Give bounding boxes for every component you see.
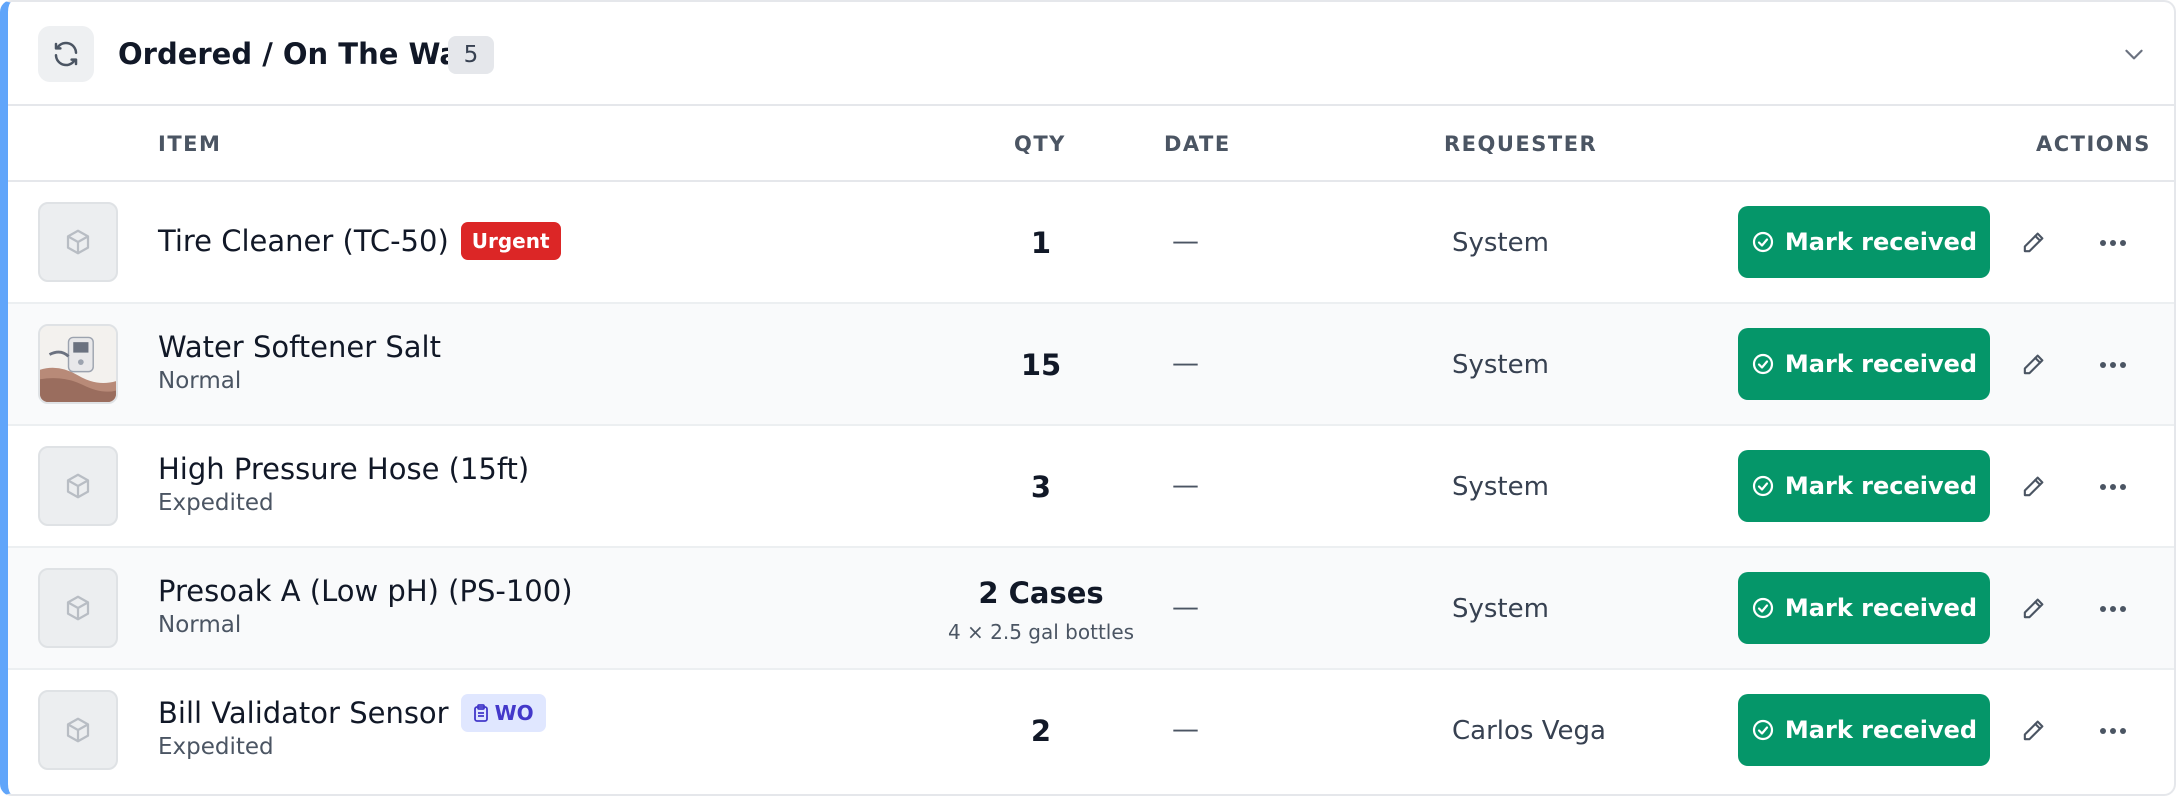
pencil-icon[interactable]	[2014, 468, 2052, 506]
chevron-down-icon[interactable]	[2116, 36, 2152, 72]
check-circle-icon	[1752, 475, 1774, 497]
item-name-line: Tire Cleaner (TC-50) Urgent	[158, 222, 561, 260]
section-header[interactable]: Ordered / On The Way 5	[8, 2, 2174, 106]
item-name-line: Bill Validator Sensor WO	[158, 694, 546, 732]
check-circle-icon	[1752, 719, 1774, 741]
box-icon	[38, 446, 118, 526]
mark-received-button[interactable]: Mark received	[1738, 694, 1990, 766]
box-icon	[38, 568, 118, 648]
item-requester: System	[1452, 350, 1549, 380]
column-header-qty[interactable]: QTY	[1014, 132, 1066, 156]
item-date: —	[1172, 714, 1199, 745]
item-qty: 2 Cases	[978, 576, 1104, 610]
item-qty: 2	[1030, 714, 1052, 748]
product-photo	[38, 324, 118, 404]
item-priority: Normal	[158, 368, 242, 394]
refresh-icon[interactable]	[38, 26, 94, 82]
item-date: —	[1172, 226, 1199, 257]
work-order-badge: WO	[460, 694, 546, 732]
mark-received-label: Mark received	[1784, 228, 1978, 256]
column-header-requester[interactable]: REQUESTER	[1444, 132, 1597, 156]
mark-received-label: Mark received	[1784, 594, 1978, 622]
item-requester: System	[1452, 594, 1549, 624]
mark-received-button[interactable]: Mark received	[1738, 206, 1990, 278]
item-name[interactable]: Presoak A (Low pH) (PS-100)	[158, 574, 573, 608]
mark-received-button[interactable]: Mark received	[1738, 328, 1990, 400]
box-icon	[38, 690, 118, 770]
item-name-line: High Pressure Hose (15ft)	[158, 452, 529, 486]
item-name[interactable]: Tire Cleaner (TC-50)	[158, 224, 449, 258]
table-row[interactable]: Presoak A (Low pH) (PS-100) Normal 2 Cas…	[8, 548, 2174, 670]
column-header-date[interactable]: DATE	[1164, 132, 1231, 156]
mark-received-label: Mark received	[1784, 472, 1978, 500]
more-options-icon[interactable]	[2094, 346, 2132, 384]
check-circle-icon	[1752, 353, 1774, 375]
item-qty: 15	[1020, 348, 1062, 382]
item-qty-detail: 4 × 2.5 gal bottles	[947, 620, 1135, 644]
pencil-icon[interactable]	[2014, 590, 2052, 628]
item-name[interactable]: Water Softener Salt	[158, 330, 441, 364]
item-name-line: Presoak A (Low pH) (PS-100)	[158, 574, 573, 608]
work-order-label: WO	[494, 701, 534, 725]
item-date: —	[1172, 470, 1199, 501]
pencil-icon[interactable]	[2014, 346, 2052, 384]
item-date: —	[1172, 592, 1199, 623]
table-row[interactable]: Bill Validator Sensor WO Expedited 2 — C…	[8, 670, 2174, 792]
column-header-item[interactable]: ITEM	[158, 132, 221, 156]
item-qty: 1	[1030, 226, 1052, 260]
ordered-section-panel: Ordered / On The Way 5 ITEM QTY DATE REQ…	[0, 0, 2176, 796]
item-requester: System	[1452, 228, 1549, 258]
item-name-line: Water Softener Salt	[158, 330, 441, 364]
item-requester: Carlos Vega	[1452, 716, 1606, 746]
item-name[interactable]: High Pressure Hose (15ft)	[158, 452, 529, 486]
item-priority: Normal	[158, 612, 242, 638]
mark-received-label: Mark received	[1784, 350, 1978, 378]
pencil-icon[interactable]	[2014, 224, 2052, 262]
table-row[interactable]: Water Softener Salt Normal 15 — System M…	[8, 304, 2174, 426]
box-icon	[38, 202, 118, 282]
more-options-icon[interactable]	[2094, 590, 2132, 628]
table-row[interactable]: Tire Cleaner (TC-50) Urgent 1 — System M…	[8, 182, 2174, 304]
more-options-icon[interactable]	[2094, 224, 2132, 262]
count-badge: 5	[448, 36, 494, 74]
column-header-row: ITEM QTY DATE REQUESTER ACTIONS	[8, 106, 2174, 182]
table-row[interactable]: High Pressure Hose (15ft) Expedited 3 — …	[8, 426, 2174, 548]
check-circle-icon	[1752, 231, 1774, 253]
mark-received-button[interactable]: Mark received	[1738, 572, 1990, 644]
mark-received-button[interactable]: Mark received	[1738, 450, 1990, 522]
urgent-badge: Urgent	[460, 222, 561, 260]
clipboard-icon	[473, 704, 488, 722]
pencil-icon[interactable]	[2014, 712, 2052, 750]
more-options-icon[interactable]	[2094, 712, 2132, 750]
item-name[interactable]: Bill Validator Sensor	[158, 696, 449, 730]
item-priority: Expedited	[158, 734, 274, 760]
item-date: —	[1172, 348, 1199, 379]
column-header-actions: ACTIONS	[2036, 132, 2151, 156]
mark-received-label: Mark received	[1784, 716, 1978, 744]
item-qty: 3	[1030, 470, 1052, 504]
check-circle-icon	[1752, 597, 1774, 619]
item-priority: Expedited	[158, 490, 274, 516]
item-requester: System	[1452, 472, 1549, 502]
more-options-icon[interactable]	[2094, 468, 2132, 506]
section-title: Ordered / On The Way	[118, 37, 478, 71]
